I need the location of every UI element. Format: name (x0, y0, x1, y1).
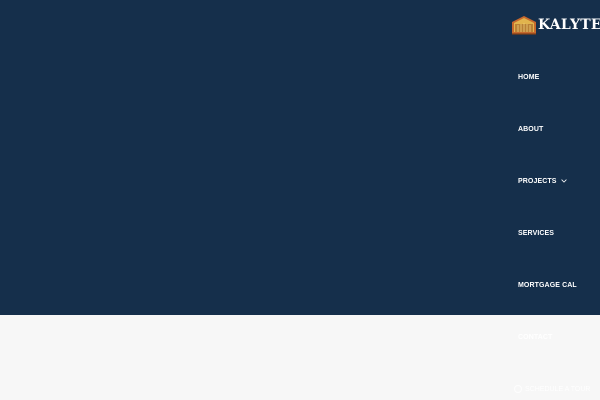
nav-item-label: CONTACT (518, 333, 553, 341)
nav-item-home[interactable]: HOME (518, 70, 539, 84)
schedule-tour-link[interactable]: SCHEDULE A TOUR (514, 383, 600, 395)
page: KALYTER HOME ABOUT PROJECTS SERVICES MOR… (0, 0, 600, 400)
nav-item-contact[interactable]: CONTACT (518, 330, 552, 344)
schedule-tour-label: SCHEDULE A TOUR (525, 385, 591, 393)
chevron-down-icon (561, 178, 568, 185)
nav-item-services[interactable]: SERVICES (518, 226, 554, 240)
nav-item-label: MORTGAGE CAL (518, 281, 577, 289)
nav-item-about[interactable]: ABOUT (518, 122, 543, 136)
nav-item-mortgage-cal[interactable]: MORTGAGE CAL (518, 278, 577, 292)
nav-item-projects[interactable]: PROJECTS (518, 174, 568, 188)
nav-item-label: ABOUT (518, 125, 544, 133)
nav-item-label: PROJECTS (518, 177, 557, 185)
main-navigation: HOME ABOUT PROJECTS SERVICES MORTGAGE CA… (518, 0, 600, 400)
nav-item-label: HOME (518, 73, 540, 81)
hero-banner (0, 0, 600, 315)
nav-item-label: SERVICES (518, 229, 555, 237)
circle-icon (514, 385, 522, 393)
